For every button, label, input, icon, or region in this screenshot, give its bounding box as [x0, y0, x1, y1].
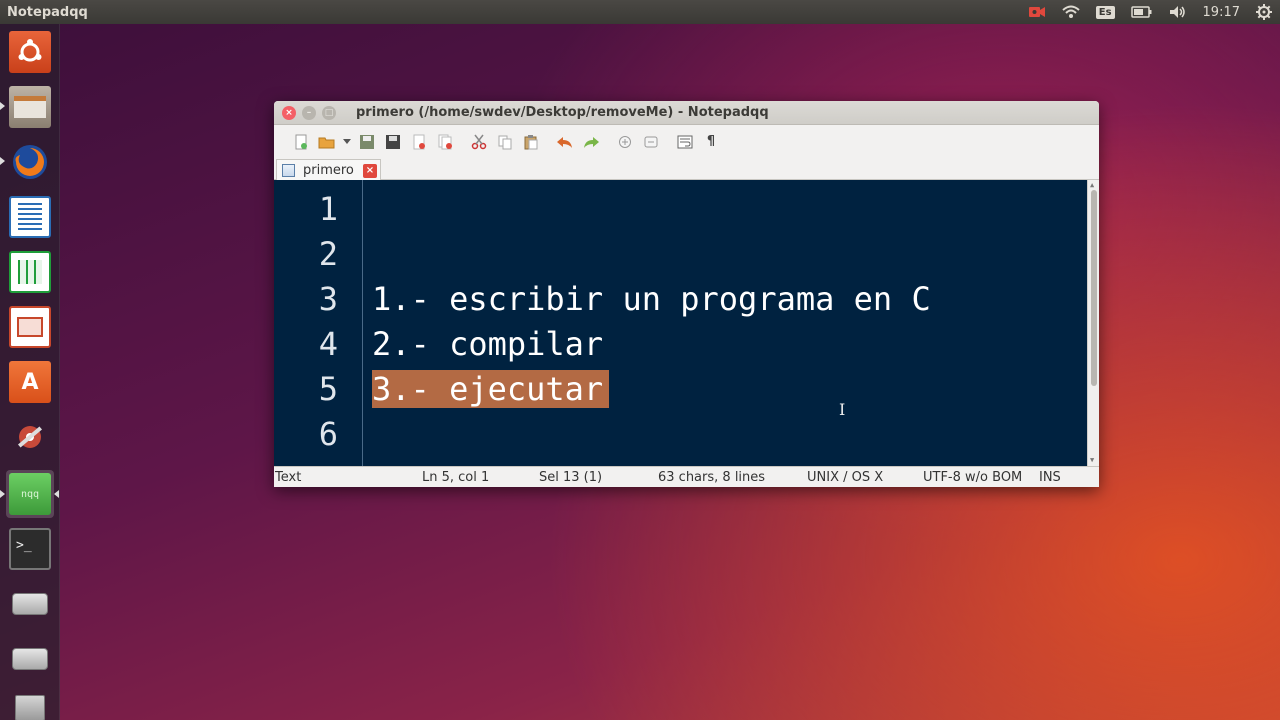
system-settings-icon[interactable] [6, 413, 54, 461]
terminal-icon[interactable]: >_ [6, 525, 54, 573]
indicator-area: Es 19:17 [1020, 0, 1280, 24]
undo-icon[interactable] [552, 129, 578, 155]
zoom-in-icon[interactable] [612, 129, 638, 155]
tab-bar: primero × [274, 158, 1099, 181]
paste-icon[interactable] [518, 129, 544, 155]
writer-icon[interactable] [6, 193, 54, 241]
tab-primero[interactable]: primero × [276, 159, 381, 181]
firefox-icon[interactable] [6, 138, 54, 186]
status-document-stats: 63 chars, 8 lines [658, 470, 766, 485]
line-number-gutter: 1 2 3 4 5 6 [274, 180, 363, 466]
open-dropdown-chevron-down-icon[interactable] [340, 129, 354, 155]
line-number: 2 [318, 235, 338, 273]
editor-area[interactable]: 1 2 3 4 5 6 1.- escribir un programa en … [274, 180, 1099, 466]
window-close-button[interactable]: × [282, 105, 296, 120]
clock[interactable]: 19:17 [1195, 0, 1248, 24]
scroll-up-arrow-icon[interactable]: ▲ [1090, 181, 1094, 189]
zoom-out-icon[interactable] [638, 129, 664, 155]
camera-icon[interactable] [1020, 0, 1054, 24]
scroll-down-arrow-icon[interactable]: ▼ [1090, 456, 1094, 464]
status-language[interactable]: Text [275, 470, 301, 485]
status-bar: Text Ln 5, col 1 Sel 13 (1) 63 chars, 8 … [274, 466, 1099, 487]
line-number: 5 [318, 370, 338, 408]
close-all-icon[interactable] [432, 129, 458, 155]
word-wrap-icon[interactable] [672, 129, 698, 155]
window-minimize-button[interactable]: – [302, 105, 316, 120]
tab-label: primero [303, 163, 354, 178]
tab-close-icon[interactable]: × [362, 163, 377, 178]
ubuntu-dash-icon[interactable] [6, 28, 54, 76]
scrollbar-thumb[interactable] [1091, 190, 1097, 386]
status-encoding[interactable]: UTF-8 w/o BOM [923, 470, 1022, 485]
save-all-icon[interactable] [380, 129, 406, 155]
status-selection: Sel 13 (1) [539, 470, 603, 485]
code-line: 2.- compilar [372, 325, 604, 363]
software-center-icon[interactable]: A [6, 358, 54, 406]
vertical-scrollbar[interactable]: ▲ ▼ [1087, 180, 1099, 466]
line-number: 4 [318, 325, 338, 363]
selected-text: 3.- ejecutar [372, 370, 610, 408]
mouse-ibeam-cursor-icon: I [839, 400, 846, 419]
save-icon[interactable] [354, 129, 380, 155]
calc-icon[interactable] [6, 248, 54, 296]
copy-icon[interactable] [492, 129, 518, 155]
line-number: 1 [318, 190, 338, 228]
window-title: primero (/home/swdev/Desktop/removeMe) -… [356, 105, 769, 120]
redo-icon[interactable] [578, 129, 604, 155]
notepadqq-window: × – □ primero (/home/swdev/Desktop/remov… [274, 101, 1099, 487]
files-icon[interactable] [6, 83, 54, 131]
volume-icon[interactable] [1161, 0, 1195, 24]
keyboard-layout-indicator[interactable]: Es [1088, 0, 1123, 24]
cut-icon[interactable] [466, 129, 492, 155]
line-number: 6 [318, 415, 338, 453]
new-file-icon[interactable] [288, 129, 314, 155]
trash-icon[interactable] [6, 684, 54, 720]
main-toolbar: ¶ [274, 125, 1099, 158]
top-panel: Notepadqq Es 19:17 [0, 0, 1280, 24]
show-all-characters-icon[interactable]: ¶ [698, 129, 724, 155]
active-app-name: Notepadqq [7, 4, 88, 20]
status-line-endings[interactable]: UNIX / OS X [807, 470, 883, 485]
notepadqq-icon[interactable]: nqq [6, 470, 54, 518]
gear-icon[interactable] [1248, 0, 1280, 24]
close-file-icon[interactable] [406, 129, 432, 155]
code-line: 1.- escribir un programa en C [372, 280, 931, 318]
window-titlebar[interactable]: × – □ primero (/home/swdev/Desktop/remov… [274, 101, 1099, 125]
line-number: 3 [318, 280, 338, 318]
drive-icon[interactable] [6, 580, 54, 628]
window-maximize-button[interactable]: □ [322, 105, 336, 120]
document-icon [282, 164, 295, 177]
drive-icon-2[interactable] [6, 635, 54, 683]
battery-icon[interactable] [1123, 0, 1161, 24]
status-cursor-position: Ln 5, col 1 [422, 470, 490, 485]
impress-icon[interactable] [6, 303, 54, 351]
launcher: A nqq >_ [0, 24, 60, 720]
open-file-icon[interactable] [314, 129, 340, 155]
code-line-selected: 3.- ejecutar [372, 367, 610, 412]
wifi-icon[interactable] [1054, 0, 1088, 24]
status-insert-mode[interactable]: INS [1039, 470, 1061, 485]
